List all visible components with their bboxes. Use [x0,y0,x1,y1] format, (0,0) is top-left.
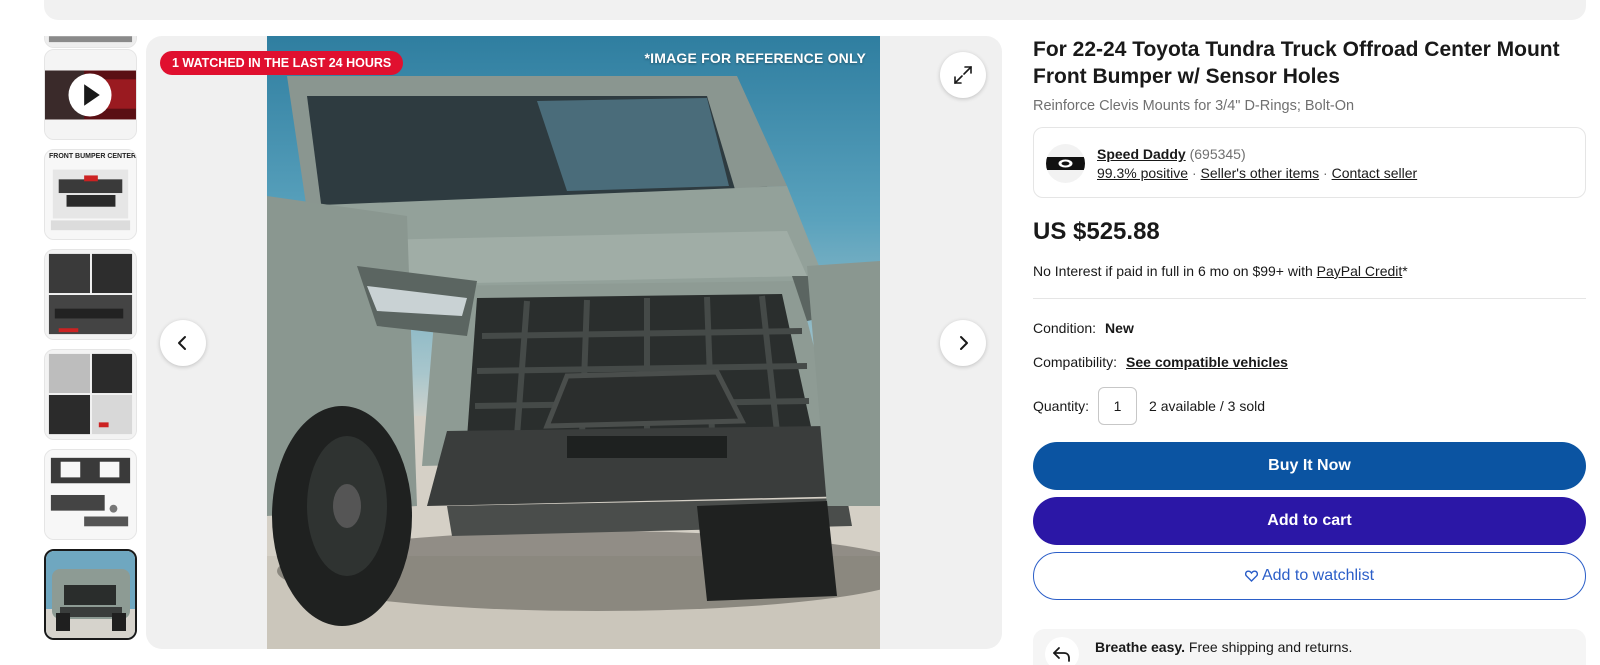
seller-avatar[interactable] [1046,144,1085,183]
listing-title: For 22-24 Toyota Tundra Truck Offroad Ce… [1033,38,1560,88]
listing-info-panel: For 22-24 Toyota Tundra Truck Offroad Ce… [1033,36,1586,600]
seller-name-line: Speed Daddy (695345) [1097,146,1246,162]
breathe-easy-detail: Free shipping and returns. [1185,639,1353,655]
buy-it-now-button[interactable]: Buy It Now [1033,442,1586,490]
thumb-bumper-kit[interactable] [44,449,137,540]
separator: · [1323,165,1328,181]
thumb-front-bumper-center[interactable]: FRONT BUMPER CENTER [44,149,137,240]
next-image-button[interactable] [940,320,986,366]
seller-card: Speed Daddy (695345) 99.3% positive · Se… [1033,127,1586,198]
listing-subtitle: Reinforce Clevis Mounts for 3/4" D-Rings… [1033,98,1355,114]
thumb-label: FRONT BUMPER CENTER [49,153,137,160]
return-arrow-icon [1045,637,1079,665]
expand-icon [954,66,972,84]
breathe-easy-text: Breathe easy. Free shipping and returns. [1095,639,1352,655]
seller-feedback-count: (695345) [1189,146,1246,162]
condition-row: Condition: New [1033,320,1586,336]
compatibility-row: Compatibility: See compatible vehicles [1033,354,1586,370]
compatibility-label: Compatibility: [1033,354,1118,370]
watchlist-label: Add to watchlist [1261,567,1375,584]
watched-badge: 1 WATCHED IN THE LAST 24 HOURS [160,51,404,75]
add-to-cart-button[interactable]: Add to cart [1033,497,1586,545]
seller-positive-link[interactable]: 99.3% positive [1097,165,1188,181]
main-image-viewer: *IMAGE FOR REFERENCE ONLY 1 WATCHED IN T… [146,36,1002,649]
contact-seller-link[interactable]: Contact seller [1332,165,1418,181]
thumb-video[interactable] [44,49,137,140]
breathe-easy-banner: Breathe easy. Free shipping and returns. [1033,629,1586,665]
divider [1033,298,1586,299]
compatible-vehicles-link[interactable]: See compatible vehicles [1126,354,1288,370]
previous-image-button[interactable] [160,320,206,366]
thumb-bumper-parts[interactable] [44,249,137,340]
condition-label: Condition: [1033,320,1097,336]
chevron-left-icon [178,336,186,350]
expand-button[interactable] [940,52,986,98]
paypal-credit-link[interactable]: PayPal Credit [1317,263,1403,279]
reference-watermark: *IMAGE FOR REFERENCE ONLY [644,50,866,66]
heart-icon [1244,570,1258,582]
thumbnail-strip: FRONT BUMPER CENTER [44,36,138,651]
seller-other-items-link[interactable]: Seller's other items [1201,165,1320,181]
thumb-truck-front[interactable] [44,549,137,640]
thumb-bumper-details[interactable] [44,349,137,440]
quantity-available: 2 available / 3 sold [1149,398,1265,414]
thumb-partial-top[interactable] [44,36,137,48]
credit-text: No Interest if paid in full in 6 mo on $… [1033,263,1317,279]
breathe-easy-bold: Breathe easy. [1095,639,1186,655]
add-to-watchlist-button[interactable]: Add to watchlist [1033,552,1586,600]
chevron-right-icon [960,336,968,350]
quantity-input[interactable]: 1 [1098,387,1138,425]
credit-offer: No Interest if paid in full in 6 mo on $… [1033,263,1586,279]
credit-suffix: * [1402,263,1408,279]
quantity-row: Quantity: 1 2 available / 3 sold [1033,387,1586,425]
top-strip [44,0,1586,20]
seller-name-link[interactable]: Speed Daddy [1097,146,1186,162]
seller-links-line: 99.3% positive · Seller's other items · … [1097,165,1417,181]
price: US $525.88 [1033,218,1160,245]
separator: · [1191,165,1197,181]
product-photo[interactable]: *IMAGE FOR REFERENCE ONLY [267,36,880,649]
condition-value: New [1105,320,1134,336]
quantity-label: Quantity: [1033,398,1090,414]
